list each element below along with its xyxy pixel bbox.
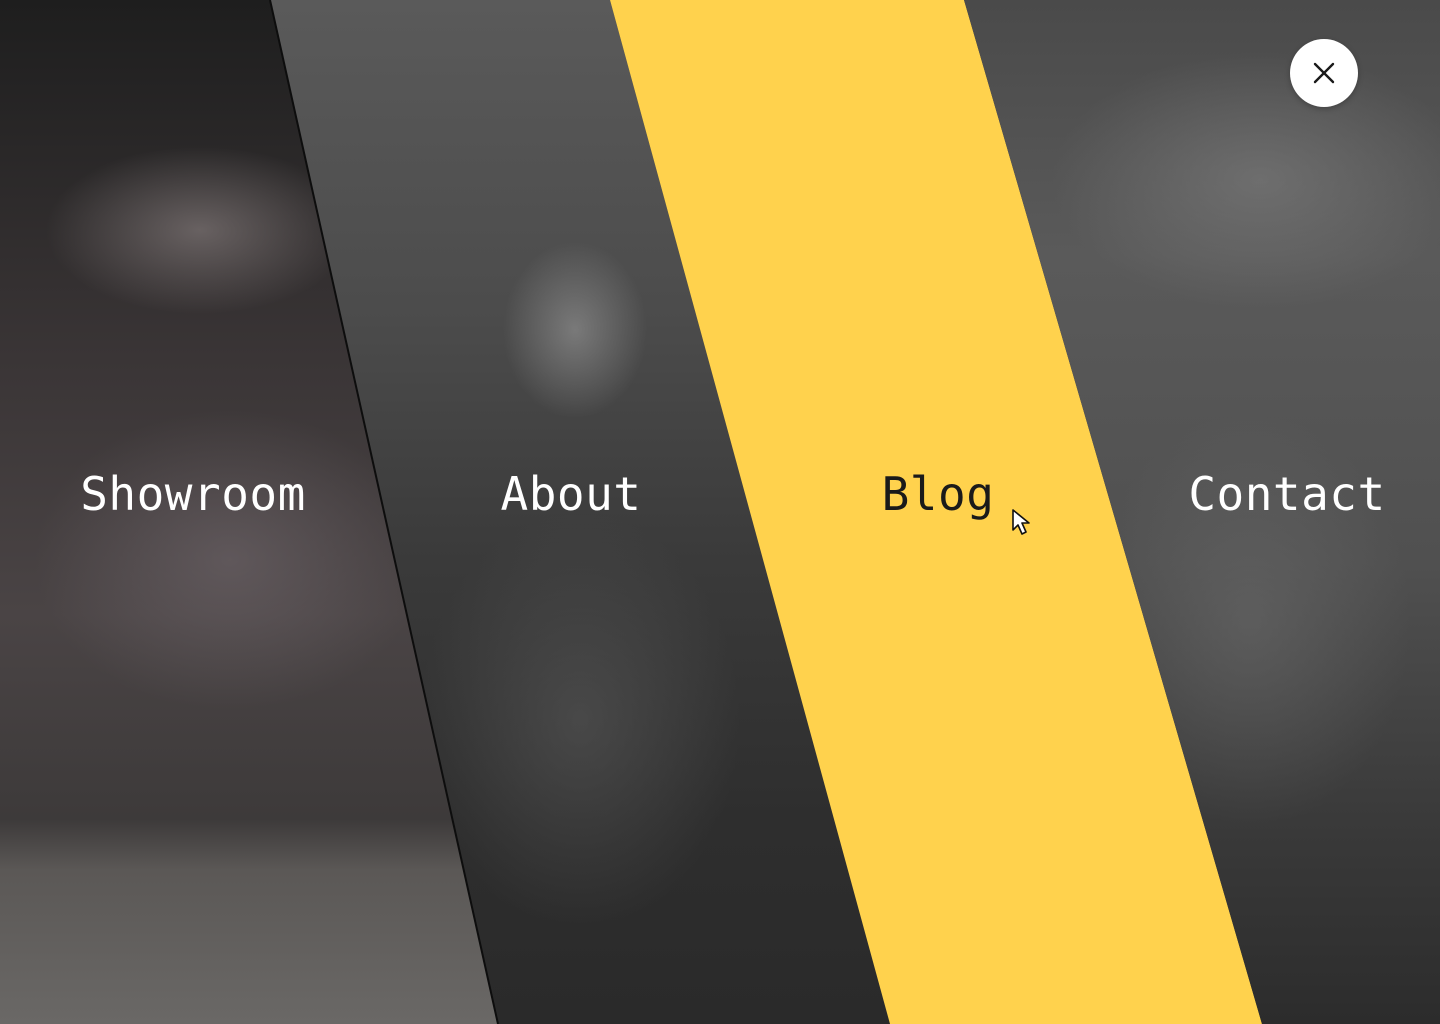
- menu-item-about[interactable]: About: [501, 466, 642, 522]
- menu-item-showroom[interactable]: Showroom: [80, 466, 306, 522]
- close-icon: [1313, 62, 1335, 84]
- close-button[interactable]: [1290, 39, 1358, 107]
- menu-item-contact[interactable]: Contact: [1188, 466, 1385, 522]
- fullscreen-menu-overlay: Showroom About Blog Contact: [0, 0, 1440, 1024]
- menu-item-blog[interactable]: Blog: [882, 466, 995, 522]
